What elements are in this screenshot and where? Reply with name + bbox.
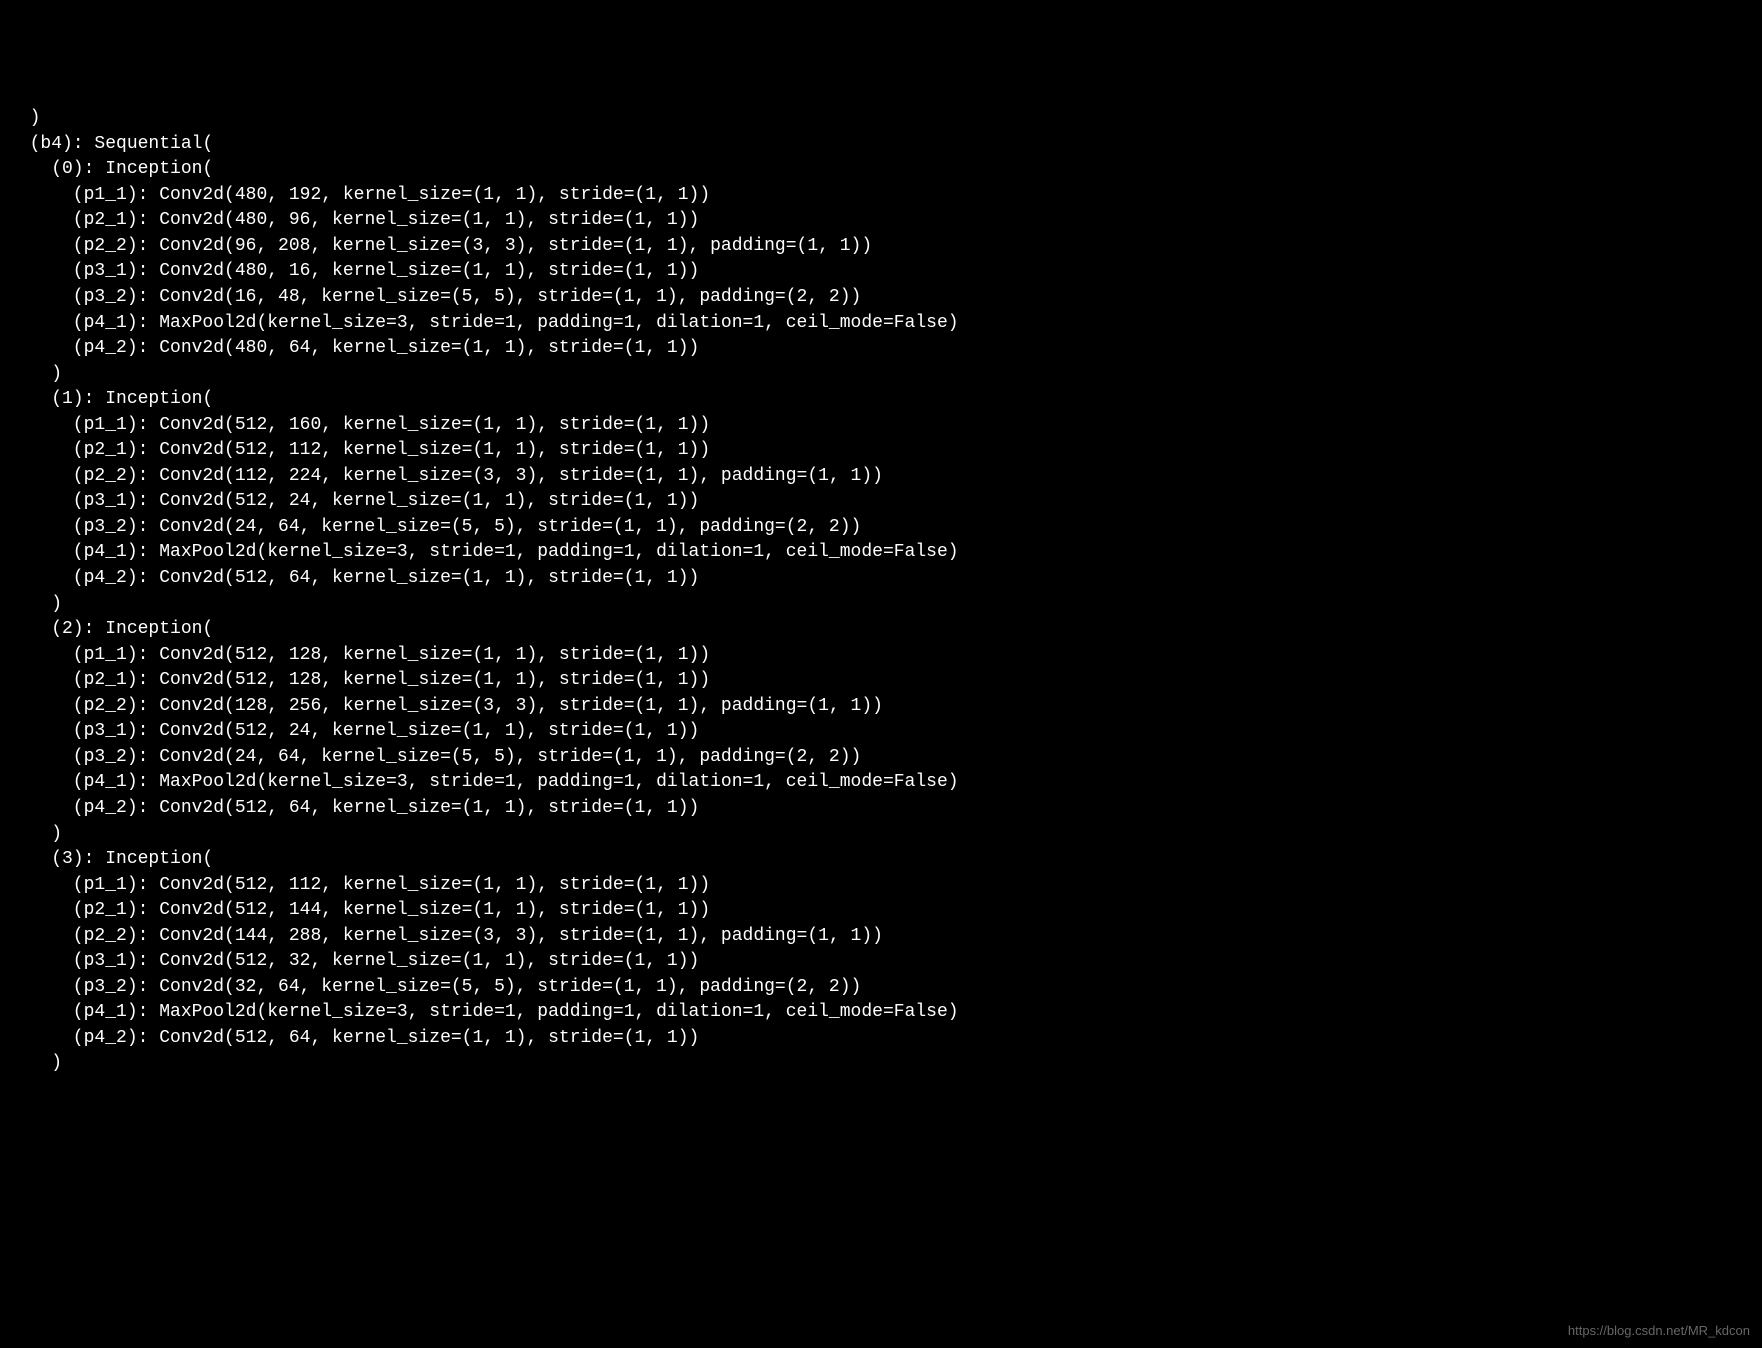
watermark: https://blog.csdn.net/MR_kdcon	[1568, 1322, 1750, 1340]
terminal-output: ) (b4): Sequential( (0): Inception( (p1_…	[8, 106, 1754, 1077]
